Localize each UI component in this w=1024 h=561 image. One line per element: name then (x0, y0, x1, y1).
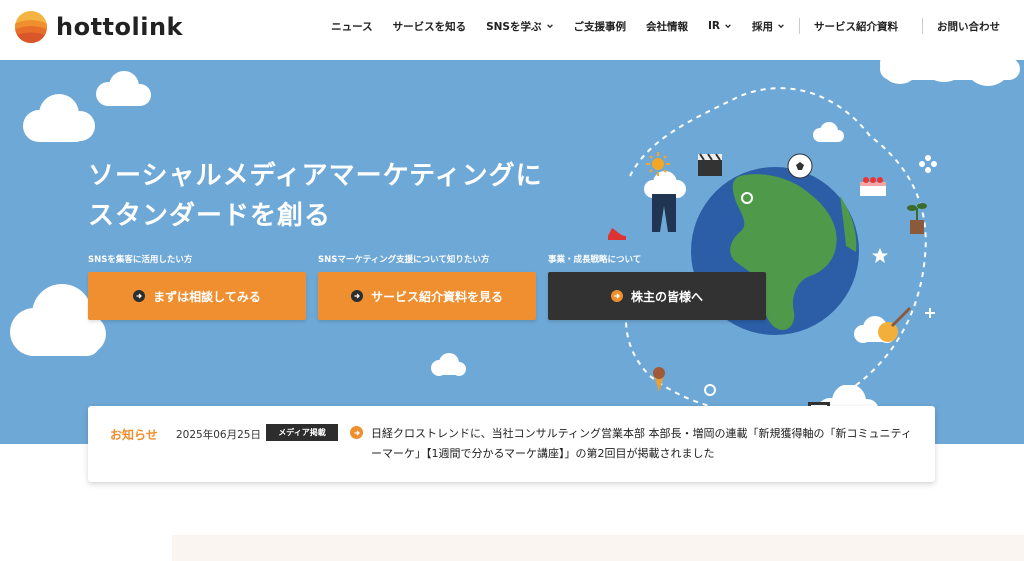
nav-label: お問い合わせ (937, 20, 1000, 33)
service-docs-button[interactable]: サービス紹介資料を見る (318, 272, 536, 320)
nav-item-docs[interactable]: サービス紹介資料 (804, 19, 908, 34)
nav-item-news[interactable]: ニュース (321, 19, 382, 34)
hero-title: ソーシャルメディアマーケティングに スタンダードを創る (88, 161, 543, 231)
chevron-down-icon (778, 24, 784, 29)
shareholders-button-label: 株主の皆様へ (630, 289, 703, 304)
brand-name: hottolink (56, 13, 184, 41)
cloud-icon (96, 71, 151, 106)
shareholders-button[interactable]: 株主の皆様へ (548, 272, 766, 320)
globe-illustration (608, 87, 937, 426)
nav-item-ir[interactable]: IR (698, 20, 742, 32)
nav-item-learn-sns[interactable]: SNSを学ぶ (476, 19, 563, 34)
news-category-badge: メディア掲載 (266, 424, 338, 441)
chevron-down-icon (546, 24, 553, 29)
nav-label: ご支援事例 (573, 20, 627, 33)
arrow-right-icon (133, 290, 146, 302)
nav-label: 採用 (752, 20, 773, 33)
news-section-label: お知らせ (110, 428, 158, 442)
arrow-right-icon (350, 290, 363, 302)
nav-label: SNSを学ぶ (486, 20, 542, 33)
next-section-background (172, 535, 1024, 561)
cta-label-docs: SNSマーケティング支援について知りたい方 (318, 255, 490, 265)
nav-label: サービス紹介資料 (814, 20, 898, 33)
logo-icon (15, 11, 47, 43)
nav-item-services[interactable]: サービスを知る (383, 19, 477, 34)
hero: ソーシャルメディアマーケティングに スタンダードを創る SNSを集客に活用したい… (0, 60, 1024, 444)
cloud-icon (431, 353, 466, 376)
site-header: hottolink ニュース サービスを知る SNSを学ぶ ご支援事例 会社情報… (0, 0, 1024, 60)
news-card: お知らせ 2025年06月25日 メディア掲載 日経クロストレンドに、当社コンサ… (88, 406, 935, 482)
nav-item-contact[interactable]: お問い合わせ (927, 19, 1010, 34)
nav-item-cases[interactable]: ご支援事例 (564, 19, 637, 34)
main-nav: ニュース サービスを知る SNSを学ぶ ご支援事例 会社情報 IR 採用 サービ… (321, 0, 1010, 52)
chevron-down-icon (725, 24, 731, 29)
brand-logo[interactable]: hottolink (14, 10, 183, 44)
consult-button[interactable]: まずは相談してみる (88, 272, 306, 320)
nav-divider (922, 18, 923, 34)
cta-label-consult: SNSを集客に活用したい方 (88, 255, 193, 265)
arrow-right-icon (350, 426, 363, 439)
nav-item-recruit[interactable]: 採用 (742, 19, 795, 34)
arrow-right-icon (610, 290, 623, 302)
nav-item-company[interactable]: 会社情報 (636, 19, 698, 34)
news-headline-link[interactable]: 日経クロストレンドに、当社コンサルティング営業本部 本部長・増岡の連載「新規獲得… (371, 424, 916, 464)
news-date: 2025年06月25日 (176, 429, 261, 441)
service-docs-button-label: サービス紹介資料を見る (370, 289, 503, 304)
nav-label: サービスを知る (392, 20, 467, 33)
nav-label: 会社情報 (646, 20, 688, 33)
nav-label: ニュース (331, 20, 373, 33)
cta-label-ir: 事業・成長戦略について (548, 255, 642, 265)
consult-button-label: まずは相談してみる (153, 289, 261, 304)
nav-label: IR (708, 20, 720, 32)
nav-divider (799, 18, 800, 34)
sun-icon (646, 152, 670, 176)
